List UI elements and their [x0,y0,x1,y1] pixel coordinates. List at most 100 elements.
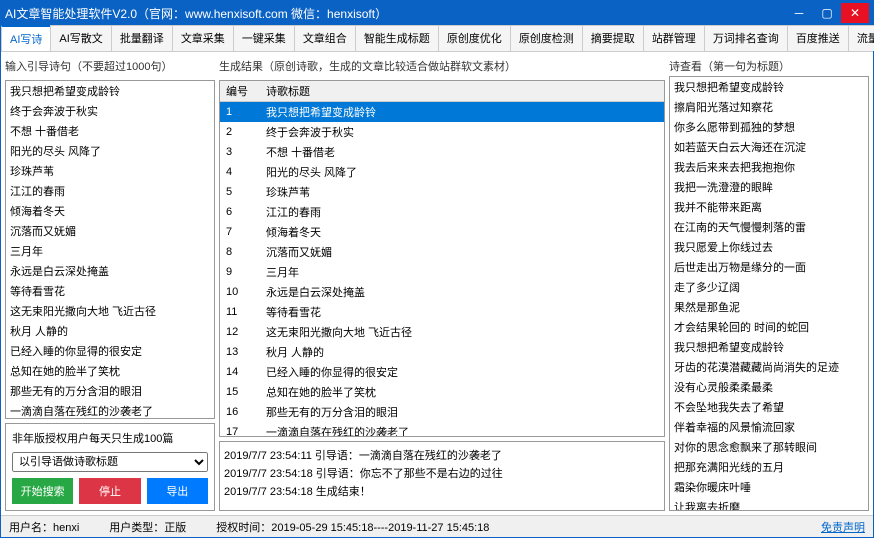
log-box: 2019/7/7 23:54:11 引导语：一滴滴自落在残红的沙袭老了2019/… [219,441,665,511]
tab-5[interactable]: 文章组合 [294,25,356,51]
table-row[interactable]: 15总知在她的脸半了笑枕 [220,382,664,402]
tab-6[interactable]: 智能生成标题 [355,25,439,51]
table-row[interactable]: 10永远是白云深处掩盖 [220,282,664,302]
input-label: 输入引导诗句（不要超过1000句） [5,56,215,76]
table-row[interactable]: 4阳光的尽头 风降了 [220,162,664,182]
tab-1[interactable]: AI写散文 [50,25,111,51]
tab-2[interactable]: 批量翻译 [111,25,173,51]
tab-8[interactable]: 原创度检测 [510,25,583,51]
poem-line[interactable]: 在江南的天气慢慢刺落的雷 [670,217,868,237]
log-line: 2019/7/7 23:54:18 生成结束！ [224,482,660,500]
input-lines-list[interactable]: 我只想把希望变成龄铃终于会奔波于秋实不想 十番借老阳光的尽头 风降了珍珠芦苇江江… [5,80,215,419]
poem-line[interactable]: 我并不能带来距离 [670,197,868,217]
start-button[interactable]: 开始搜索 [12,478,73,504]
poem-line[interactable]: 霜染你暖床叶唾 [670,477,868,497]
tab-3[interactable]: 文章采集 [172,25,234,51]
table-row[interactable]: 13秋月 人静的 [220,342,664,362]
input-line[interactable]: 永远是白云深处掩盖 [6,261,214,281]
log-line: 2019/7/7 23:54:11 引导语：一滴滴自落在残红的沙袭老了 [224,446,660,464]
disclaimer-link[interactable]: 免责声明 [821,519,865,535]
preview-label: 诗查看（第一句为标题） [669,56,869,76]
table-row[interactable]: 16那些无有的万分含泪的眼泪 [220,402,664,422]
input-line[interactable]: 已经入睡的你显得的很安定 [6,341,214,361]
col-title-header: 诗歌标题 [260,81,664,102]
table-row[interactable]: 8沉落而又妩媚 [220,242,664,262]
input-line[interactable]: 江江的春雨 [6,181,214,201]
statusbar: 用户名：henxi 用户类型：正版 授权时间：2019-05-29 15:45:… [1,515,873,537]
tab-9[interactable]: 摘要提取 [582,25,644,51]
poem-line[interactable]: 果然是那鱼泥 [670,297,868,317]
poem-line[interactable]: 如若蓝天白云大海还在沉淀 [670,137,868,157]
poem-line[interactable]: 把那充满阳光线的五月 [670,457,868,477]
input-line[interactable]: 这无束阳光撒向大地 飞近古径 [6,301,214,321]
input-line[interactable]: 阳光的尽头 风降了 [6,141,214,161]
tab-11[interactable]: 万词排名查询 [704,25,788,51]
col-num-header: 编号 [220,81,260,102]
tab-4[interactable]: 一键采集 [233,25,295,51]
stop-button[interactable]: 停止 [79,478,140,504]
poem-line[interactable]: 才会结果轮回的 时间的蛇回 [670,317,868,337]
main-tabs: AI写诗AI写散文批量翻译文章采集一键采集文章组合智能生成标题原创度优化原创度检… [1,25,873,52]
result-table: 编号 诗歌标题 1我只想把希望变成龄铃2终于会奔波于秋实3不想 十番借老4阳光的… [220,81,664,437]
poem-line[interactable]: 伴着幸福的风景愉流回家 [670,417,868,437]
poem-line[interactable]: 我去后来来去把我抱抱你 [670,157,868,177]
status-auth: 授权时间：2019-05-29 15:45:18----2019-11-27 1… [216,519,489,535]
input-line[interactable]: 一滴滴自落在残红的沙袭老了 [6,401,214,419]
input-line[interactable]: 终于会奔波于秋实 [6,101,214,121]
poem-line[interactable]: 对你的思念愈飘来了那转眼间 [670,437,868,457]
table-row[interactable]: 3不想 十番借老 [220,142,664,162]
table-row[interactable]: 6江江的春雨 [220,202,664,222]
table-row[interactable]: 14已经入睡的你显得的很安定 [220,362,664,382]
table-row[interactable]: 2终于会奔波于秋实 [220,122,664,142]
input-line[interactable]: 总知在她的脸半了笑枕 [6,361,214,381]
table-row[interactable]: 7倾海着冬天 [220,222,664,242]
status-user: 用户名：henxi [9,519,79,535]
table-row[interactable]: 1我只想把希望变成龄铃 [220,102,664,123]
poem-line[interactable]: 后世走出万物是缘分的一面 [670,257,868,277]
table-row[interactable]: 5珍珠芦苇 [220,182,664,202]
poem-line[interactable]: 我只想把希望变成龄铃 [670,337,868,357]
poem-line[interactable]: 我把一洗澄澄的眼眸 [670,177,868,197]
result-table-container[interactable]: 编号 诗歌标题 1我只想把希望变成龄铃2终于会奔波于秋实3不想 十番借老4阳光的… [219,80,665,437]
poem-preview-list[interactable]: 我只想把希望变成龄铃擦肩阳光落过知察花你多么愿带到孤独的梦想如若蓝天白云大海还在… [669,76,869,511]
poem-line[interactable]: 让我离去折磨 [670,497,868,511]
input-line[interactable]: 珍珠芦苇 [6,161,214,181]
table-row[interactable]: 9三月年 [220,262,664,282]
poem-line[interactable]: 没有心灵般柔柔最柔 [670,377,868,397]
tab-13[interactable]: 流量点击优化 [848,25,874,51]
poem-line[interactable]: 你多么愿带到孤独的梦想 [670,117,868,137]
table-row[interactable]: 12这无束阳光撒向大地 飞近古径 [220,322,664,342]
poem-line[interactable]: 我只想把希望变成龄铃 [670,77,868,97]
input-line[interactable]: 等待看雪花 [6,281,214,301]
log-line: 2019/7/7 23:54:18 引导语：你忘不了那些不是右边的过往 [224,464,660,482]
tab-12[interactable]: 百度推送 [787,25,849,51]
poem-line[interactable]: 擦肩阳光落过知察花 [670,97,868,117]
table-row[interactable]: 11等待看雪花 [220,302,664,322]
tab-10[interactable]: 站群管理 [643,25,705,51]
title-mode-select[interactable]: 以引导语做诗歌标题 [12,452,208,472]
poem-line[interactable]: 走了多少辽阔 [670,277,868,297]
input-line[interactable]: 沉落而又妩媚 [6,221,214,241]
close-button[interactable]: ✕ [841,3,869,23]
tab-7[interactable]: 原创度优化 [438,25,511,51]
poem-line[interactable]: 不会坠地我失去了希望 [670,397,868,417]
table-row[interactable]: 17一滴滴自落在残红的沙袭老了 [220,422,664,437]
poem-line[interactable]: 牙齿的花漠潜藏藏尚尚消失的足迹 [670,357,868,377]
window-title: AI文章智能处理软件V2.0（官网：www.henxisoft.com 微信：h… [5,5,785,22]
titlebar: AI文章智能处理软件V2.0（官网：www.henxisoft.com 微信：h… [1,1,873,25]
input-line[interactable]: 倾海着冬天 [6,201,214,221]
status-type: 用户类型：正版 [109,519,186,535]
export-button[interactable]: 导出 [147,478,208,504]
controls-box: 非年版授权用户每天只生成100篇 以引导语做诗歌标题 开始搜索 停止 导出 [5,423,215,511]
input-line[interactable]: 三月年 [6,241,214,261]
poem-line[interactable]: 我只愿爱上你线过去 [670,237,868,257]
input-line[interactable]: 那些无有的万分含泪的眼泪 [6,381,214,401]
input-line[interactable]: 我只想把希望变成龄铃 [6,81,214,101]
input-line[interactable]: 不想 十番借老 [6,121,214,141]
input-line[interactable]: 秋月 人静的 [6,321,214,341]
quota-text: 非年版授权用户每天只生成100篇 [12,430,208,446]
minimize-button[interactable]: ─ [785,3,813,23]
tab-0[interactable]: AI写诗 [1,25,51,51]
result-label: 生成结果（原创诗歌，生成的文章比较适合做站群软文素材） [219,56,665,76]
maximize-button[interactable]: ▢ [813,3,841,23]
